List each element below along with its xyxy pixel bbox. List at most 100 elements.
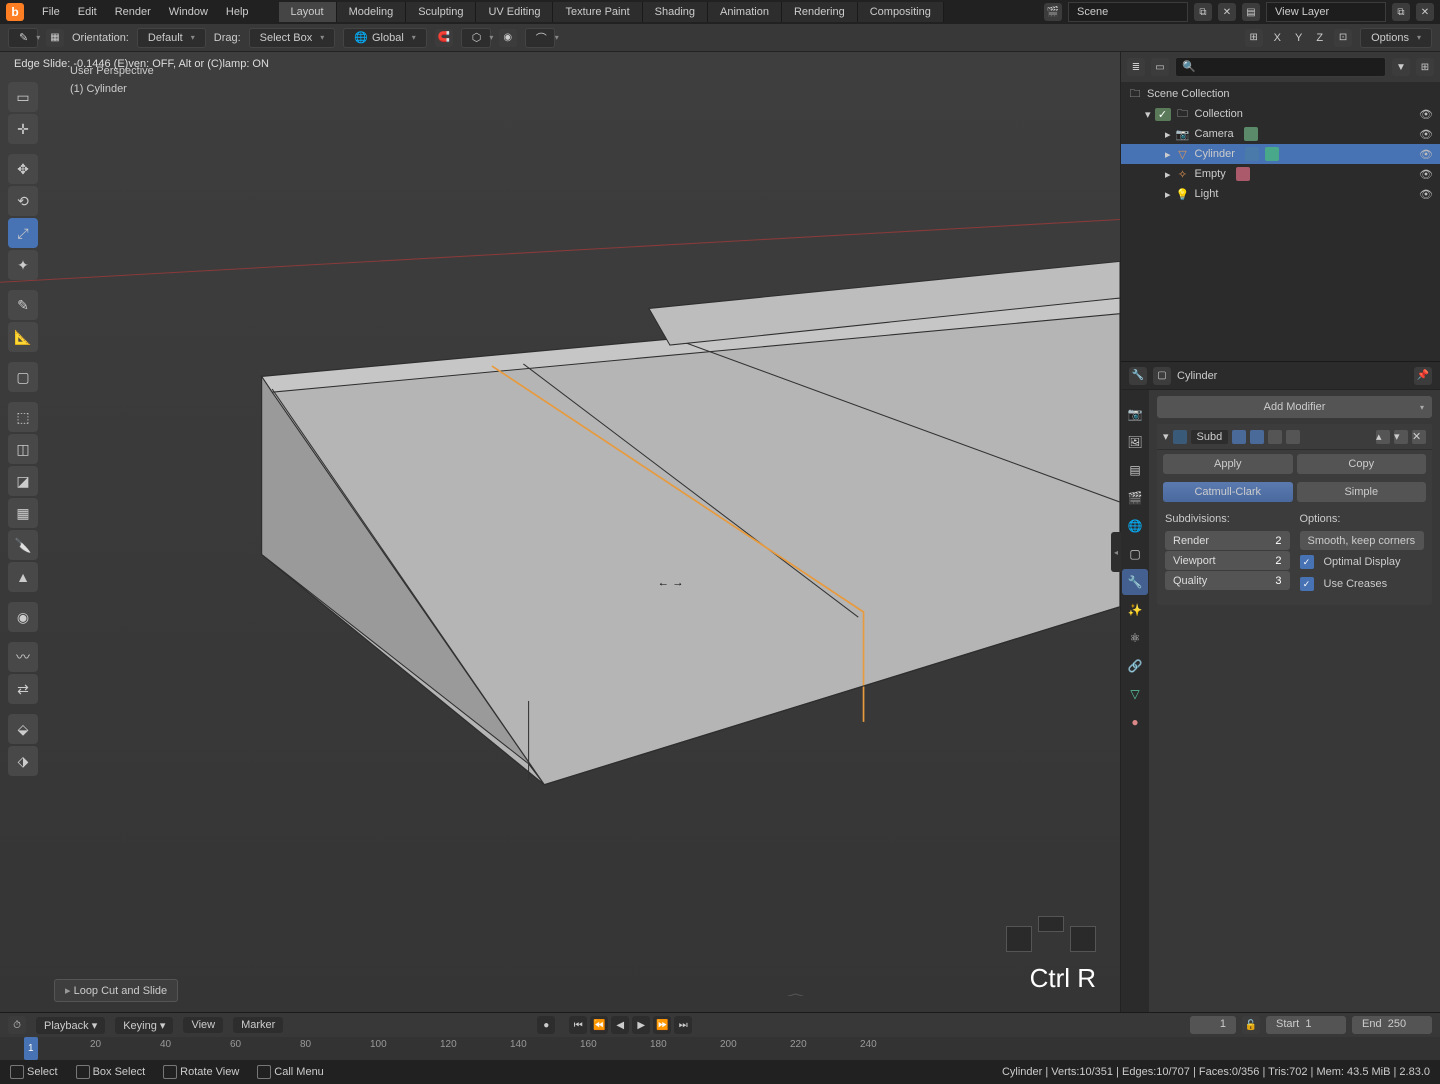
mod-delete-icon[interactable]: ✕ <box>1412 430 1426 444</box>
tree-item-camera[interactable]: ▸ 📷 Camera 👁 <box>1121 124 1440 144</box>
last-operator-panel[interactable]: Loop Cut and Slide <box>54 979 178 1002</box>
scene-new-icon[interactable]: ⧉ <box>1194 3 1212 21</box>
autokey-toggle[interactable]: ● <box>537 1016 555 1034</box>
mod-show-cage-icon[interactable] <box>1286 430 1300 444</box>
spin-tool[interactable]: ◉ <box>8 602 38 632</box>
options-dropdown[interactable]: Options <box>1360 28 1432 48</box>
start-frame-input[interactable]: Start 1 <box>1266 1016 1346 1034</box>
display-mode-icon[interactable]: ▭ <box>1151 58 1169 76</box>
menu-render[interactable]: Render <box>107 3 159 21</box>
axis-z[interactable]: Z <box>1313 32 1326 44</box>
orientation-dropdown[interactable]: Default <box>137 28 206 48</box>
loopcut-tool[interactable]: ▦ <box>8 498 38 528</box>
outliner-tree[interactable]: 🗀 Scene Collection ▾ ✓ 🗀 Collection 👁 ▸ … <box>1121 82 1440 361</box>
scene-browse-icon[interactable]: 🎬 <box>1044 3 1062 21</box>
extrude-tool[interactable]: ⬚ <box>8 402 38 432</box>
render-subdiv-input[interactable]: Render2 <box>1165 531 1290 550</box>
workspace-layout[interactable]: Layout <box>279 2 337 22</box>
uv-smooth-dropdown[interactable]: Smooth, keep corners <box>1300 531 1425 550</box>
ptab-mesh[interactable]: ▽ <box>1122 681 1148 707</box>
workspace-texpaint[interactable]: Texture Paint <box>553 2 642 22</box>
timeline-ruler[interactable]: 1 20 40 60 80 100 120 140 160 180 200 22… <box>0 1037 1440 1060</box>
workspace-modeling[interactable]: Modeling <box>337 2 407 22</box>
snap-target-dropdown[interactable]: ⬡ <box>461 28 491 48</box>
workspace-sculpting[interactable]: Sculpting <box>406 2 476 22</box>
simple-toggle[interactable]: Simple <box>1297 482 1427 502</box>
rip-tool[interactable]: ⬗ <box>8 746 38 776</box>
copy-button[interactable]: Copy <box>1297 454 1427 474</box>
current-frame-marker[interactable]: 1 <box>24 1037 38 1060</box>
axis-x[interactable]: X <box>1271 32 1284 44</box>
optimal-display-checkbox[interactable]: ✓Optimal Display <box>1300 551 1425 573</box>
scene-name-input[interactable] <box>1068 2 1188 22</box>
move-tool[interactable]: ✥ <box>8 154 38 184</box>
inset-tool[interactable]: ◫ <box>8 434 38 464</box>
mesh-select-mode-icon[interactable]: ⊞ <box>1245 29 1263 47</box>
scale-tool[interactable]: ⤢ <box>8 218 38 248</box>
drag-dropdown[interactable]: Select Box <box>249 28 336 48</box>
rotate-tool[interactable]: ⟲ <box>8 186 38 216</box>
viewport-subdiv-input[interactable]: Viewport2 <box>1165 551 1290 570</box>
transform-orientation-dropdown[interactable]: 🌐 Global <box>343 28 427 48</box>
jump-start-icon[interactable]: ⏮ <box>569 1016 587 1034</box>
workspace-uv[interactable]: UV Editing <box>476 2 553 22</box>
workspace-compositing[interactable]: Compositing <box>858 2 944 22</box>
menu-window[interactable]: Window <box>161 3 216 21</box>
current-frame-input[interactable]: 1 <box>1190 1016 1236 1034</box>
ptab-modifiers[interactable]: 🔧 <box>1122 569 1148 595</box>
ptab-scene[interactable]: 🎬 <box>1122 485 1148 511</box>
apply-button[interactable]: Apply <box>1163 454 1293 474</box>
menu-file[interactable]: File <box>34 3 68 21</box>
viewlayer-browse-icon[interactable]: ▤ <box>1242 3 1260 21</box>
add-cube-tool[interactable]: ▢ <box>8 362 38 392</box>
overlays-icon[interactable]: ⊡ <box>1334 29 1352 47</box>
keying-menu[interactable]: Keying ▾ <box>115 1017 173 1034</box>
lock-range-icon[interactable]: 🔓 <box>1242 1016 1260 1034</box>
keyframe-prev-icon[interactable]: ⏪ <box>590 1016 608 1034</box>
interaction-mode-icon[interactable]: ▦ <box>46 29 64 47</box>
timeline-editor-icon[interactable]: ⏱ <box>8 1016 26 1034</box>
playback-menu[interactable]: Playback ▾ <box>36 1017 105 1034</box>
visibility-toggle[interactable]: 👁 <box>1418 128 1434 141</box>
workspace-rendering[interactable]: Rendering <box>782 2 858 22</box>
axis-y[interactable]: Y <box>1292 32 1305 44</box>
add-modifier-button[interactable]: Add Modifier <box>1157 396 1432 418</box>
viewlayer-new-icon[interactable]: ⧉ <box>1392 3 1410 21</box>
visibility-toggle[interactable]: 👁 <box>1418 188 1434 201</box>
workspace-shading[interactable]: Shading <box>643 2 708 22</box>
editor-type-props-icon[interactable]: 🔧 <box>1129 367 1147 385</box>
shrink-tool[interactable]: ⬙ <box>8 714 38 744</box>
filter-icon[interactable]: ▼ <box>1392 58 1410 76</box>
bevel-tool[interactable]: ◪ <box>8 466 38 496</box>
smooth-tool[interactable]: 〰 <box>8 642 38 672</box>
workspace-animation[interactable]: Animation <box>708 2 782 22</box>
tree-item-empty[interactable]: ▸ ✧ Empty 👁 <box>1121 164 1440 184</box>
sidebar-collapse-handle[interactable]: ◂ <box>1111 532 1121 572</box>
modifier-expand-icon[interactable]: ▾ <box>1163 430 1169 443</box>
timeline-view-menu[interactable]: View <box>183 1017 223 1033</box>
ptab-world[interactable]: 🌐 <box>1122 513 1148 539</box>
modifier-name-input[interactable]: Subd <box>1191 430 1229 444</box>
scene-delete-icon[interactable]: ✕ <box>1218 3 1236 21</box>
visibility-toggle[interactable]: 👁 <box>1418 168 1434 181</box>
ptab-particles[interactable]: ✨ <box>1122 597 1148 623</box>
visibility-toggle[interactable]: 👁 <box>1418 108 1434 121</box>
outliner-search-input[interactable] <box>1175 57 1386 77</box>
ptab-physics[interactable]: ⚛ <box>1122 625 1148 651</box>
3d-viewport[interactable]: User Perspective (1) Cylinder <box>0 52 1120 1012</box>
proportional-icon[interactable]: ◉ <box>499 29 517 47</box>
quality-input[interactable]: Quality3 <box>1165 571 1290 590</box>
editor-type-icon[interactable]: ≣ <box>1127 58 1145 76</box>
tree-collection[interactable]: ▾ ✓ 🗀 Collection 👁 <box>1121 104 1440 124</box>
mode-dropdown[interactable]: ✎ <box>8 28 38 48</box>
cursor-tool[interactable]: ✛ <box>8 114 38 144</box>
mod-move-down-icon[interactable]: ▾ <box>1394 430 1408 444</box>
new-collection-icon[interactable]: ⊞ <box>1416 58 1434 76</box>
snap-icon[interactable]: 🧲 <box>435 29 453 47</box>
mod-show-viewport-icon[interactable] <box>1250 430 1264 444</box>
ptab-viewlayer[interactable]: ▤ <box>1122 457 1148 483</box>
play-reverse-icon[interactable]: ◀ <box>611 1016 629 1034</box>
viewlayer-name-input[interactable] <box>1266 2 1386 22</box>
tree-item-light[interactable]: ▸ 💡 Light 👁 <box>1121 184 1440 204</box>
transform-tool[interactable]: ✦ <box>8 250 38 280</box>
